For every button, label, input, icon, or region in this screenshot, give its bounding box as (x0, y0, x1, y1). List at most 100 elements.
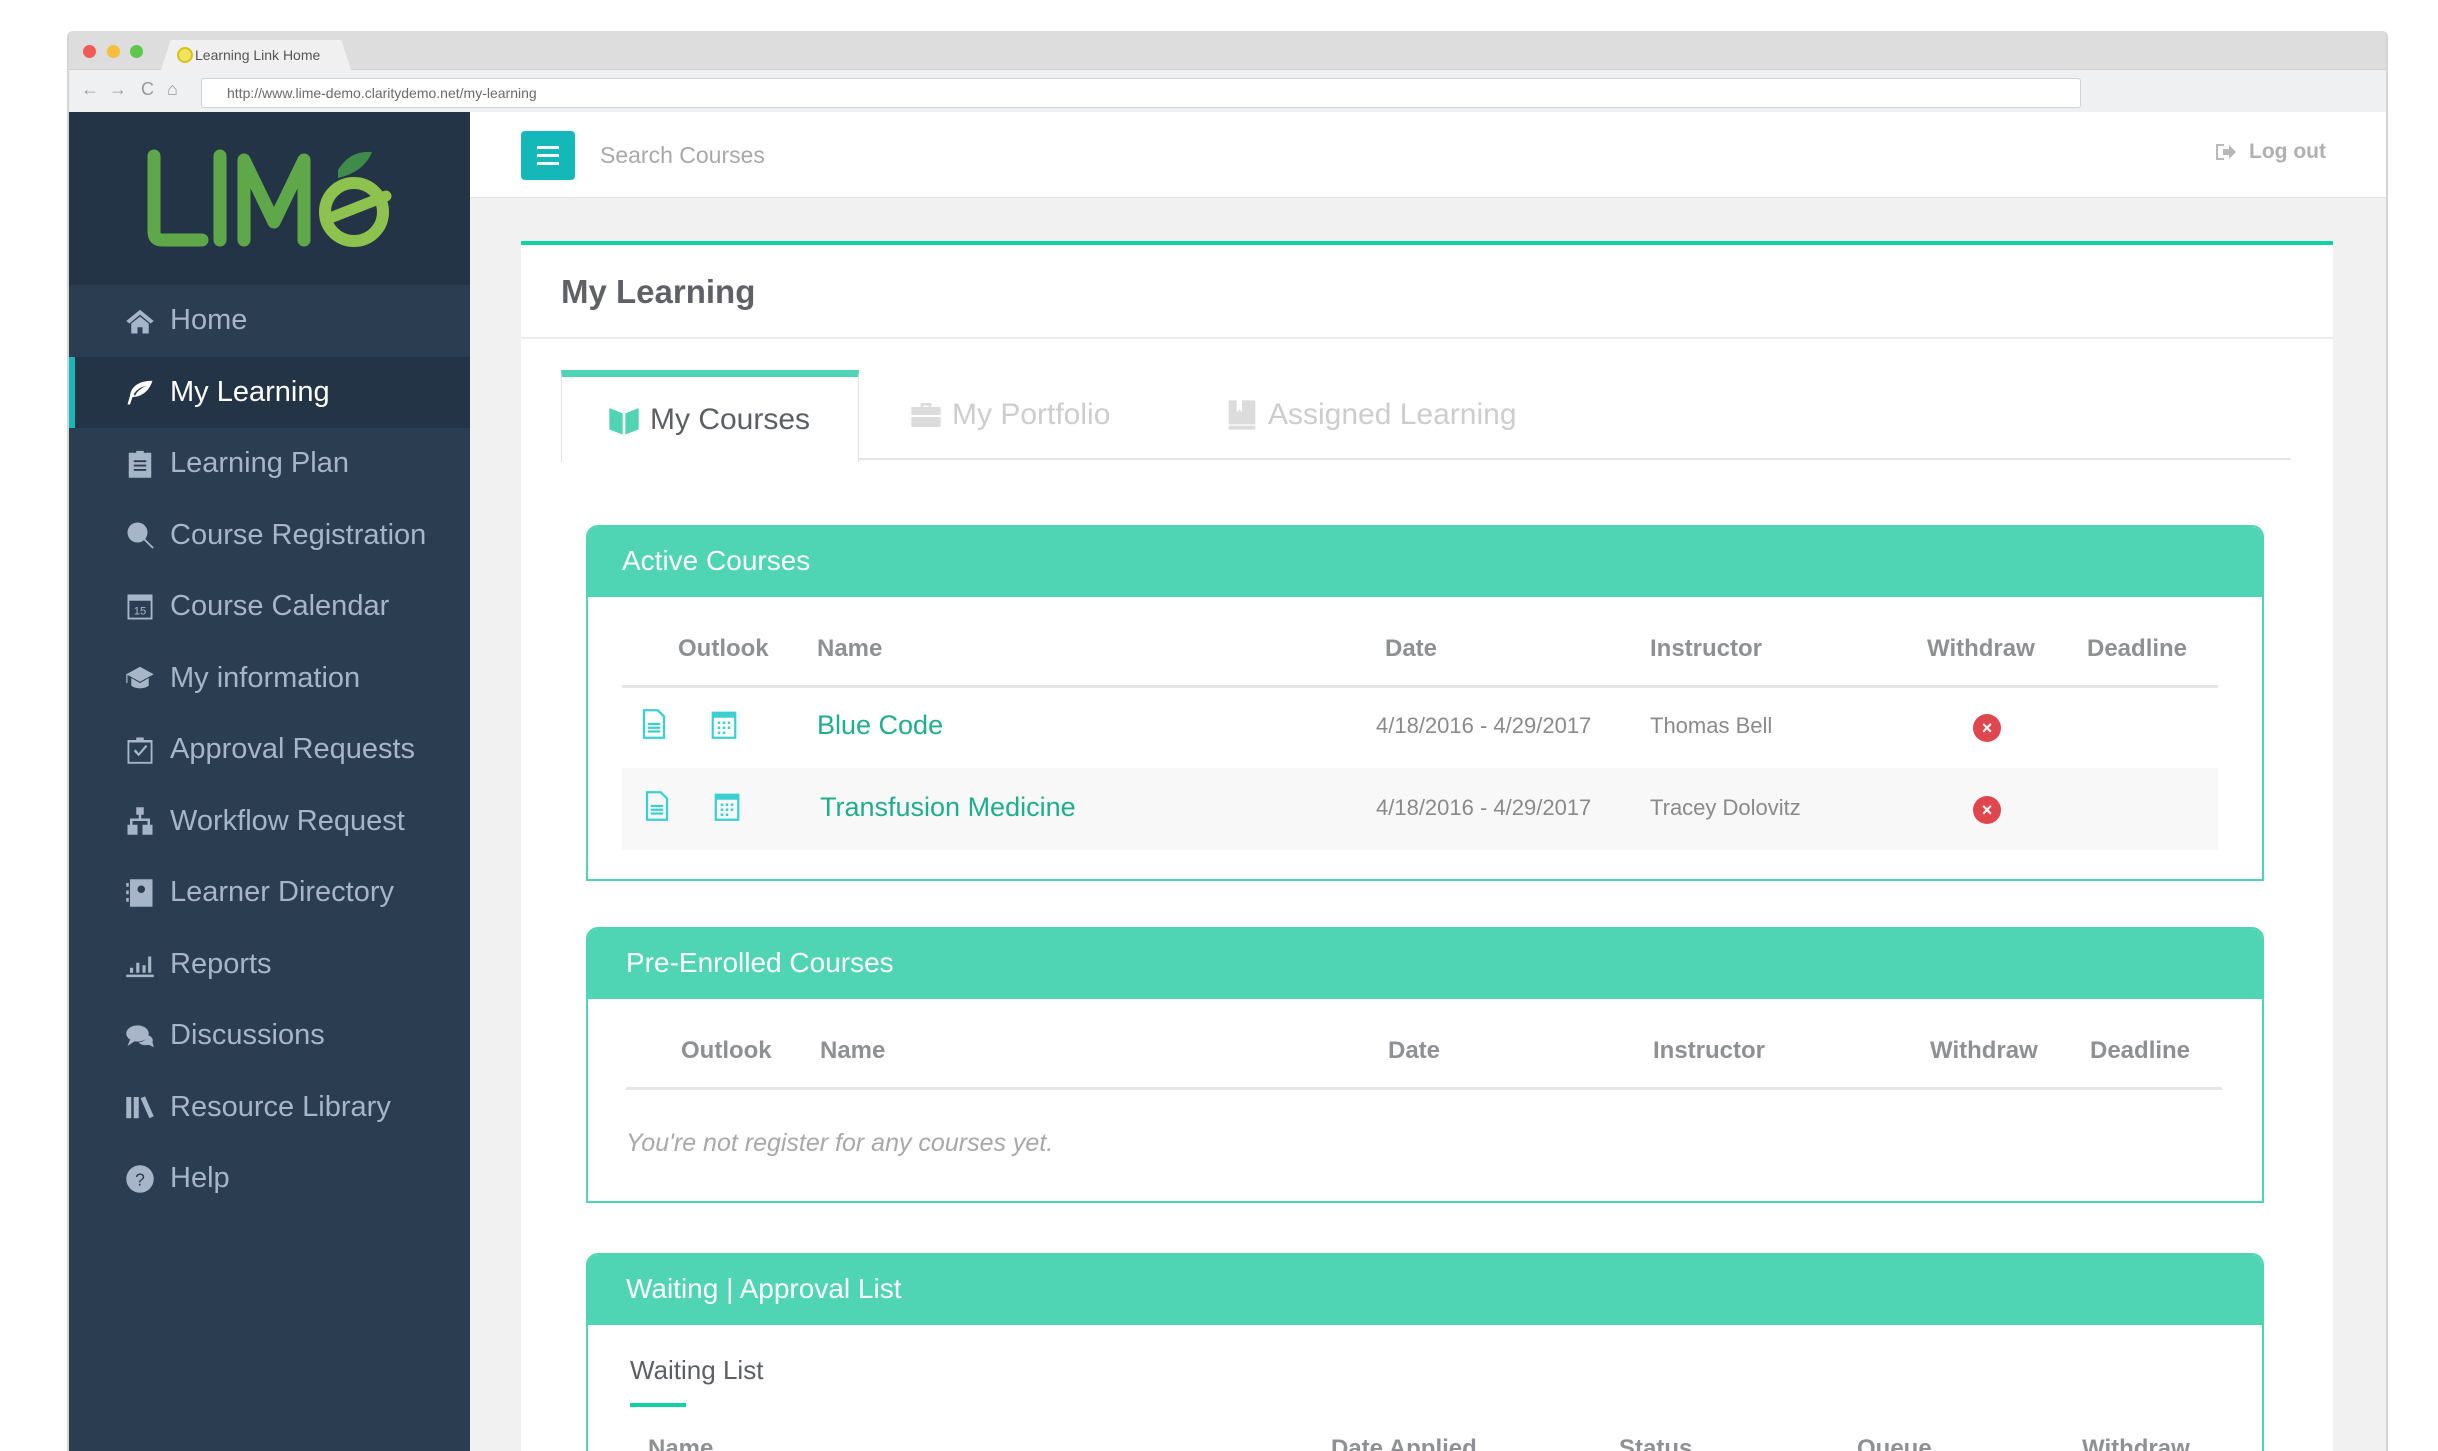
column-header-name: Name (817, 635, 883, 662)
lemon-favicon-icon (177, 47, 193, 63)
hamburger-icon (537, 162, 559, 165)
sidebar-item-label: Resource Library (170, 1090, 391, 1123)
sidebar-item-my-learning[interactable]: My Learning (69, 356, 470, 428)
tab-label: Assigned Learning (1268, 398, 1517, 431)
sidebar-item-label: My Learning (170, 375, 330, 408)
tab-assigned-learning[interactable]: Assigned Learning (1226, 370, 1517, 460)
forward-arrow-icon[interactable]: → (109, 79, 127, 100)
active-courses-section: Active Courses Outlook Name Date Instruc… (586, 525, 2264, 881)
sidebar-item-learner-directory[interactable]: Learner Directory (69, 857, 470, 929)
sidebar-item-workflow-request[interactable]: Workflow Request (69, 786, 470, 858)
hamburger-icon (537, 146, 559, 149)
withdraw-button[interactable]: × (1973, 714, 2001, 742)
column-header-outlook: Outlook (678, 635, 769, 662)
browser-toolbar: ← → C ⌂ http://www.lime-demo.claritydemo… (69, 70, 2386, 112)
header-divider (626, 1087, 2222, 1090)
column-header-name: Name (648, 1435, 714, 1451)
address-bar[interactable]: http://www.lime-demo.claritydemo.net/my-… (201, 78, 2081, 108)
browser-tab[interactable]: Learning Link Home (161, 40, 351, 70)
column-header-withdraw: Withdraw (1927, 635, 2035, 662)
sidebar-item-home[interactable]: Home (69, 285, 470, 357)
tab-label: My Portfolio (952, 398, 1111, 431)
logout-button[interactable]: Log out (2215, 140, 2326, 164)
column-header-outlook: Outlook (681, 1037, 772, 1064)
sidebar-item-course-calendar[interactable]: 15 Course Calendar (69, 571, 470, 643)
chat-bubbles-icon (124, 1020, 156, 1052)
course-date: 4/18/2016 - 4/29/2017 (1376, 795, 1592, 820)
withdraw-button[interactable]: × (1973, 796, 2001, 824)
sidebar-menu: Home My Learning Learning Plan Course Re… (69, 285, 470, 1215)
tab-my-portfolio[interactable]: My Portfolio (910, 370, 1110, 460)
sidebar-item-course-registration[interactable]: Course Registration (69, 500, 470, 572)
sidebar-item-label: Learning Plan (170, 447, 349, 480)
home-icon[interactable]: ⌂ (167, 79, 178, 100)
books-icon (124, 1091, 156, 1123)
calendar-add-icon[interactable] (714, 791, 740, 821)
sidebar-item-approval-requests[interactable]: Approval Requests (69, 714, 470, 786)
sidebar-item-label: My information (170, 661, 361, 694)
browser-tab-bar: Learning Link Home (69, 31, 2386, 70)
tab-label: My Courses (650, 402, 811, 436)
header-divider (622, 685, 2218, 688)
column-header-instructor: Instructor (1653, 1037, 1766, 1064)
sidebar: Home My Learning Learning Plan Course Re… (69, 112, 470, 1451)
sidebar-item-label: Discussions (170, 1019, 325, 1052)
column-header-withdraw: Withdraw (2082, 1435, 2190, 1451)
reload-icon[interactable]: C (141, 79, 154, 100)
column-header-deadline: Deadline (2090, 1037, 2191, 1064)
sidebar-item-label: Course Calendar (170, 590, 390, 623)
sidebar-item-reports[interactable]: Reports (69, 929, 470, 1001)
column-header-instructor: Instructor (1650, 635, 1763, 662)
calendar-icon: 15 (124, 591, 156, 623)
document-icon[interactable] (644, 791, 670, 821)
home-icon (124, 305, 156, 337)
menu-toggle-button[interactable] (521, 131, 575, 180)
maximize-window-button[interactable] (130, 45, 143, 58)
back-arrow-icon[interactable]: ← (81, 79, 99, 100)
section-title: Active Courses (588, 527, 2262, 597)
course-link[interactable]: Blue Code (817, 710, 943, 741)
section-title: Pre-Enrolled Courses (588, 929, 2262, 999)
column-header-date: Date (1388, 1037, 1441, 1064)
sidebar-item-label: Approval Requests (170, 733, 416, 766)
waiting-list-subtab[interactable]: Waiting List (630, 1355, 763, 1386)
close-x-icon: × (1981, 717, 1993, 738)
subtab-indicator (630, 1403, 686, 1407)
svg-text:15: 15 (134, 605, 147, 617)
address-book-icon (124, 877, 156, 909)
close-window-button[interactable] (83, 45, 96, 58)
column-header-status: Status (1619, 1435, 1693, 1451)
lime-logo-icon (147, 149, 391, 247)
pre-enrolled-courses-section: Pre-Enrolled Courses Outlook Name Date I… (586, 927, 2264, 1203)
sidebar-item-label: Course Registration (170, 518, 427, 551)
course-tabs: My Courses My Portfolio Assigned Learnin… (561, 370, 2291, 462)
sidebar-item-my-information[interactable]: My information (69, 643, 470, 715)
tab-my-courses[interactable]: My Courses (561, 370, 860, 462)
logo[interactable] (69, 112, 470, 285)
sidebar-item-label: Reports (170, 947, 272, 980)
course-link[interactable]: Transfusion Medicine (820, 792, 1076, 823)
sidebar-item-label: Home (170, 304, 248, 337)
leaf-icon (124, 376, 156, 408)
browser-window: Learning Link Home ← → C ⌂ http://www.li… (67, 31, 2388, 1451)
bookmark-book-icon (1228, 400, 1256, 430)
sidebar-item-resource-library[interactable]: Resource Library (69, 1072, 470, 1144)
document-icon[interactable] (641, 709, 667, 739)
empty-state-message: You're not register for any courses yet. (626, 1129, 1054, 1157)
logout-icon (2216, 144, 2237, 160)
calendar-add-icon[interactable] (711, 709, 737, 739)
sidebar-item-learning-plan[interactable]: Learning Plan (69, 428, 470, 500)
sidebar-item-discussions[interactable]: Discussions (69, 1000, 470, 1072)
course-instructor: Tracey Dolovitz (1650, 795, 1801, 820)
search-icon (124, 519, 156, 551)
column-header-deadline: Deadline (2087, 635, 2188, 662)
sidebar-item-label: Help (170, 1162, 230, 1195)
question-circle-icon: ? (124, 1163, 156, 1195)
minimize-window-button[interactable] (107, 45, 120, 58)
hamburger-icon (537, 154, 559, 157)
section-title: Waiting | Approval List (588, 1255, 2262, 1325)
search-courses-input[interactable] (600, 134, 1200, 176)
briefcase-icon (911, 403, 941, 427)
sidebar-item-help[interactable]: ? Help (69, 1143, 470, 1215)
course-date: 4/18/2016 - 4/29/2017 (1376, 713, 1592, 738)
